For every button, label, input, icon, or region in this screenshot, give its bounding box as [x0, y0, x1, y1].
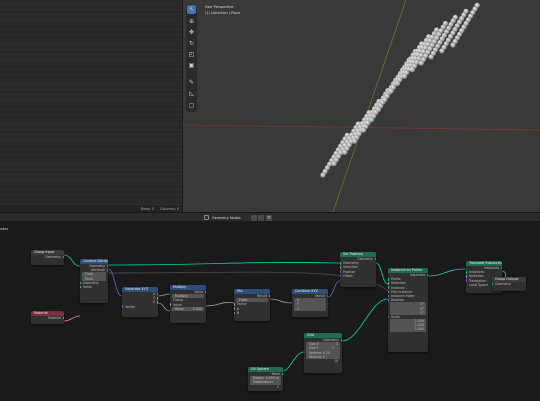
socket[interactable]	[106, 264, 108, 268]
rows-count: Rows: 0	[141, 206, 155, 211]
sphere-instance	[474, 2, 480, 8]
socket[interactable]	[388, 315, 390, 319]
socket[interactable]	[340, 266, 342, 269]
socket[interactable]	[62, 255, 64, 259]
rotate-tool-icon[interactable]: ↻	[187, 39, 196, 48]
scale-tool-icon[interactable]: ◰	[187, 50, 196, 59]
socket[interactable]	[204, 290, 206, 294]
socket[interactable]	[156, 296, 158, 300]
grid-node[interactable]: Grid Geometry Size X1 Size Y1 Vertices X…	[304, 333, 342, 373]
socket[interactable]	[80, 285, 82, 289]
group-input-node[interactable]: Group Input Geometry	[31, 250, 64, 265]
socket[interactable]	[466, 275, 468, 278]
3d-viewport[interactable]: User Perspective (1) Collection | Plane	[183, 0, 540, 212]
capture-attribute-node[interactable]: Capture Attribute Geometry Attribute Flo…	[80, 259, 108, 303]
mix-node[interactable]: Mix Result Float Factor A B	[234, 289, 270, 321]
node-tree-icon	[204, 214, 209, 220]
socket[interactable]	[234, 311, 236, 315]
socket[interactable]	[388, 282, 390, 285]
socket[interactable]	[170, 303, 172, 306]
socket[interactable]	[388, 294, 390, 298]
node-tree-name[interactable]: Geometry Nodes	[212, 216, 241, 220]
new-tree-button[interactable]	[258, 214, 264, 221]
set-position-node[interactable]: Set Position Geometry Geometry Selection…	[340, 252, 376, 287]
socket[interactable]	[388, 286, 390, 289]
sphere-instance	[442, 20, 449, 27]
close-icon[interactable]: ×	[266, 214, 272, 221]
y-axis-line	[332, 0, 407, 212]
spreadsheet-status-bar: Rows: 0 Columns: 0	[0, 205, 182, 212]
socket[interactable]	[106, 268, 108, 272]
socket[interactable]	[234, 307, 236, 310]
uv-sphere-node[interactable]: UV Sphere Mesh Radius 0.050 m Subdivision…	[248, 367, 283, 391]
viewport-scene	[183, 0, 540, 212]
instanced-spheres	[320, 2, 480, 178]
socket[interactable]	[426, 273, 428, 277]
socket[interactable]	[374, 257, 376, 261]
multiply-value-field[interactable]: Value 2.000	[172, 306, 204, 311]
capture-type-select[interactable]: Float	[82, 272, 106, 277]
view-perspective-label: User Perspective	[205, 5, 234, 9]
material-output: Material	[31, 316, 64, 320]
separate-xyz-node[interactable]: Separate XYZ X Y Z Vector	[122, 287, 158, 317]
socket[interactable]	[388, 290, 390, 294]
socket[interactable]	[388, 298, 390, 302]
socket[interactable]	[62, 316, 64, 320]
socket[interactable]	[281, 372, 283, 376]
group-output-node[interactable]: Group Output Geometry	[492, 277, 526, 291]
socket[interactable]	[466, 279, 468, 282]
scale-z-field[interactable]: 1.000	[390, 327, 426, 332]
measure-tool-icon[interactable]: ◺	[187, 89, 196, 98]
sphere-instance	[463, 8, 469, 14]
node-editor-header: Geometry Nodes ×	[0, 212, 540, 221]
multiply-node[interactable]: Multiply Value Multiply Clamp Value Valu…	[170, 285, 206, 323]
socket[interactable]	[268, 294, 270, 298]
socket[interactable]	[122, 305, 124, 308]
socket[interactable]	[388, 277, 390, 281]
transform-tool-icon[interactable]: ▣	[187, 61, 196, 70]
instance-on-points-node[interactable]: Instance on Points Instances Points Sele…	[388, 268, 428, 352]
select-tool-icon[interactable]: ↖	[187, 5, 196, 14]
socket[interactable]	[500, 266, 502, 270]
view-collection-label: (1) Collection | Plane	[205, 10, 241, 15]
socket[interactable]	[80, 281, 82, 285]
add-cube-tool-icon[interactable]: ▢	[187, 101, 196, 110]
material-node[interactable]: Material Material	[31, 311, 64, 324]
fake-user-button[interactable]	[251, 214, 257, 221]
sphere-instance	[452, 14, 458, 20]
columns-count: Columns: 0	[160, 206, 180, 211]
annotate-tool-icon[interactable]: ✎	[187, 78, 196, 87]
group-input-output-geometry: Geometry	[31, 255, 64, 259]
socket[interactable]	[340, 274, 342, 278]
spreadsheet-panel[interactable]	[0, 0, 182, 212]
tool-strip: ↖ ⊕ ✥ ↻ ◰ ▣ ✎ ◺ ▢	[186, 4, 197, 112]
socket[interactable]	[466, 270, 468, 274]
socket[interactable]	[156, 292, 158, 296]
node-editor-canvas[interactable]: odes Group Input Geometry Material Mater…	[0, 221, 540, 401]
combine-xyz-node[interactable]: Combine XYZ Vector X Y Z	[292, 289, 328, 317]
socket[interactable]	[340, 338, 342, 342]
socket[interactable]	[234, 303, 236, 306]
socket[interactable]	[340, 270, 342, 273]
rotation-x-field[interactable]: 0°	[390, 302, 426, 307]
socket[interactable]	[156, 301, 158, 304]
socket[interactable]	[492, 282, 494, 286]
socket[interactable]	[340, 261, 342, 265]
cursor-tool-icon[interactable]: ⊕	[187, 17, 196, 26]
move-tool-icon[interactable]: ✥	[187, 28, 196, 37]
socket[interactable]	[326, 294, 328, 298]
